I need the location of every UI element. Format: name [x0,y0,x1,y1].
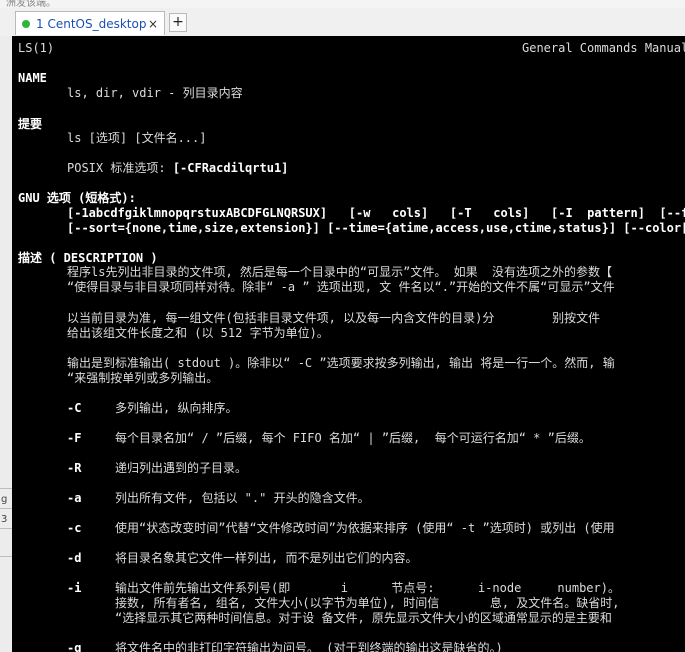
gnu-options-line-1: [-1abcdfgiklmnopqrstuxABCDFGLNQRSUX] [-w… [67,206,685,220]
left-pane-mark: 3 [1,514,8,525]
man-header-left: LS(1) [18,41,55,55]
background-window-strip: 洲发该端。 [0,0,685,8]
left-pane-divider [0,488,12,489]
description-text: 以当前目录为准, 每一组文件(包括非目录文件项, 以及每一内含文件的目录)分 别… [67,311,601,325]
left-pane-divider [0,556,12,557]
option-flag: -F [67,431,82,445]
section-description-heading: 描述 ( DESCRIPTION ) [18,251,158,265]
option-flag: -R [67,461,82,475]
option-text: 使用“状态改变时间”代替“文件修改时间”为依据来排序 (使用“ -t ”选项时)… [115,521,615,535]
terminal-view[interactable]: LS(1) General Commands Manual NAME ls, d… [12,36,685,652]
option-text: 列出所有文件, 包括以 "." 开头的隐含文件。 [115,491,370,505]
posix-label: POSIX 标准选项: [67,161,173,175]
description-text: 程序ls先列出非目录的文件项, 然后是每一个目录中的“可显示”文件。 如果 没有… [67,265,613,279]
description-text: 给出该组文件长度之和 (以 512 字节为单位)。 [67,326,329,340]
description-text: 输出是到标准输出( stdout )。除非以“ -C ”选项要求按多列输出, 输… [67,356,615,370]
gnu-options-line-2: [--sort={none,time,size,extension}] [--t… [67,221,685,235]
tab-label: 1 CentOS_desktop [36,16,147,31]
option-text: 将目录名象其它文件一样列出, 而不是列出它们的内容。 [115,551,418,565]
option-text-continued: “选择显示其它两种时间信息。对于设 备文件, 原先显示文件大小的区域通常显示的是… [115,611,612,625]
section-gnu-heading: GNU 选项 (短格式): [18,191,136,205]
tab-centos-desktop[interactable]: 1 CentOS_desktop × [15,11,165,35]
man-header-right: General Commands Manual [522,41,685,55]
posix-options: [-CFRacdilqrtu1] [172,161,289,175]
option-flag: -c [67,521,82,535]
left-pane-divider [0,528,12,529]
option-text-continued: 接数, 所有者名, 组名, 文件大小(以字节为单位), 时间信 息, 及文件名。… [115,596,620,610]
synopsis-body: ls [选项] [文件名...] [67,131,207,145]
tab-close-icon[interactable]: × [148,17,158,31]
background-window-text: 洲发该端。 [6,0,56,8]
section-synopsis-heading: 提要 [18,117,43,131]
section-name-heading: NAME [18,71,47,85]
posix-options-line: POSIX 标准选项: [-CFRacdilqrtu1] [67,161,288,175]
name-body: ls, dir, vdir - 列目录内容 [67,86,243,100]
description-text: “来强制按单列或多列输出。 [67,371,219,385]
connected-status-icon [22,19,30,28]
option-text: 每个目录名加“ / ”后缀, 每个 FIFO 名加“ | ”后缀, 每个可运行名… [115,431,591,445]
left-pane-divider [0,508,12,509]
option-text: 多列输出, 纵向排序。 [115,401,238,415]
new-tab-button[interactable]: + [169,13,187,32]
option-text: 递归列出遇到的子目录。 [115,461,248,475]
left-pane-mark: g [1,494,8,505]
option-text: 将文件名中的非打印字符输出为问号。 (对于到终端的输出这是缺省的。) [115,641,503,652]
option-flag: -d [67,551,82,565]
option-text: 输出文件前先输出文件系列号(即 i 节点号: i-node number)。 [115,581,620,595]
option-flag: -a [67,491,82,505]
description-text: “使得目录与非目录项同样对待。除非“ -a ” 选项出现, 文 件名以“.”开始… [67,280,615,294]
option-flag: -C [67,401,82,415]
option-flag: -q [67,641,82,652]
option-flag: -i [67,581,82,595]
